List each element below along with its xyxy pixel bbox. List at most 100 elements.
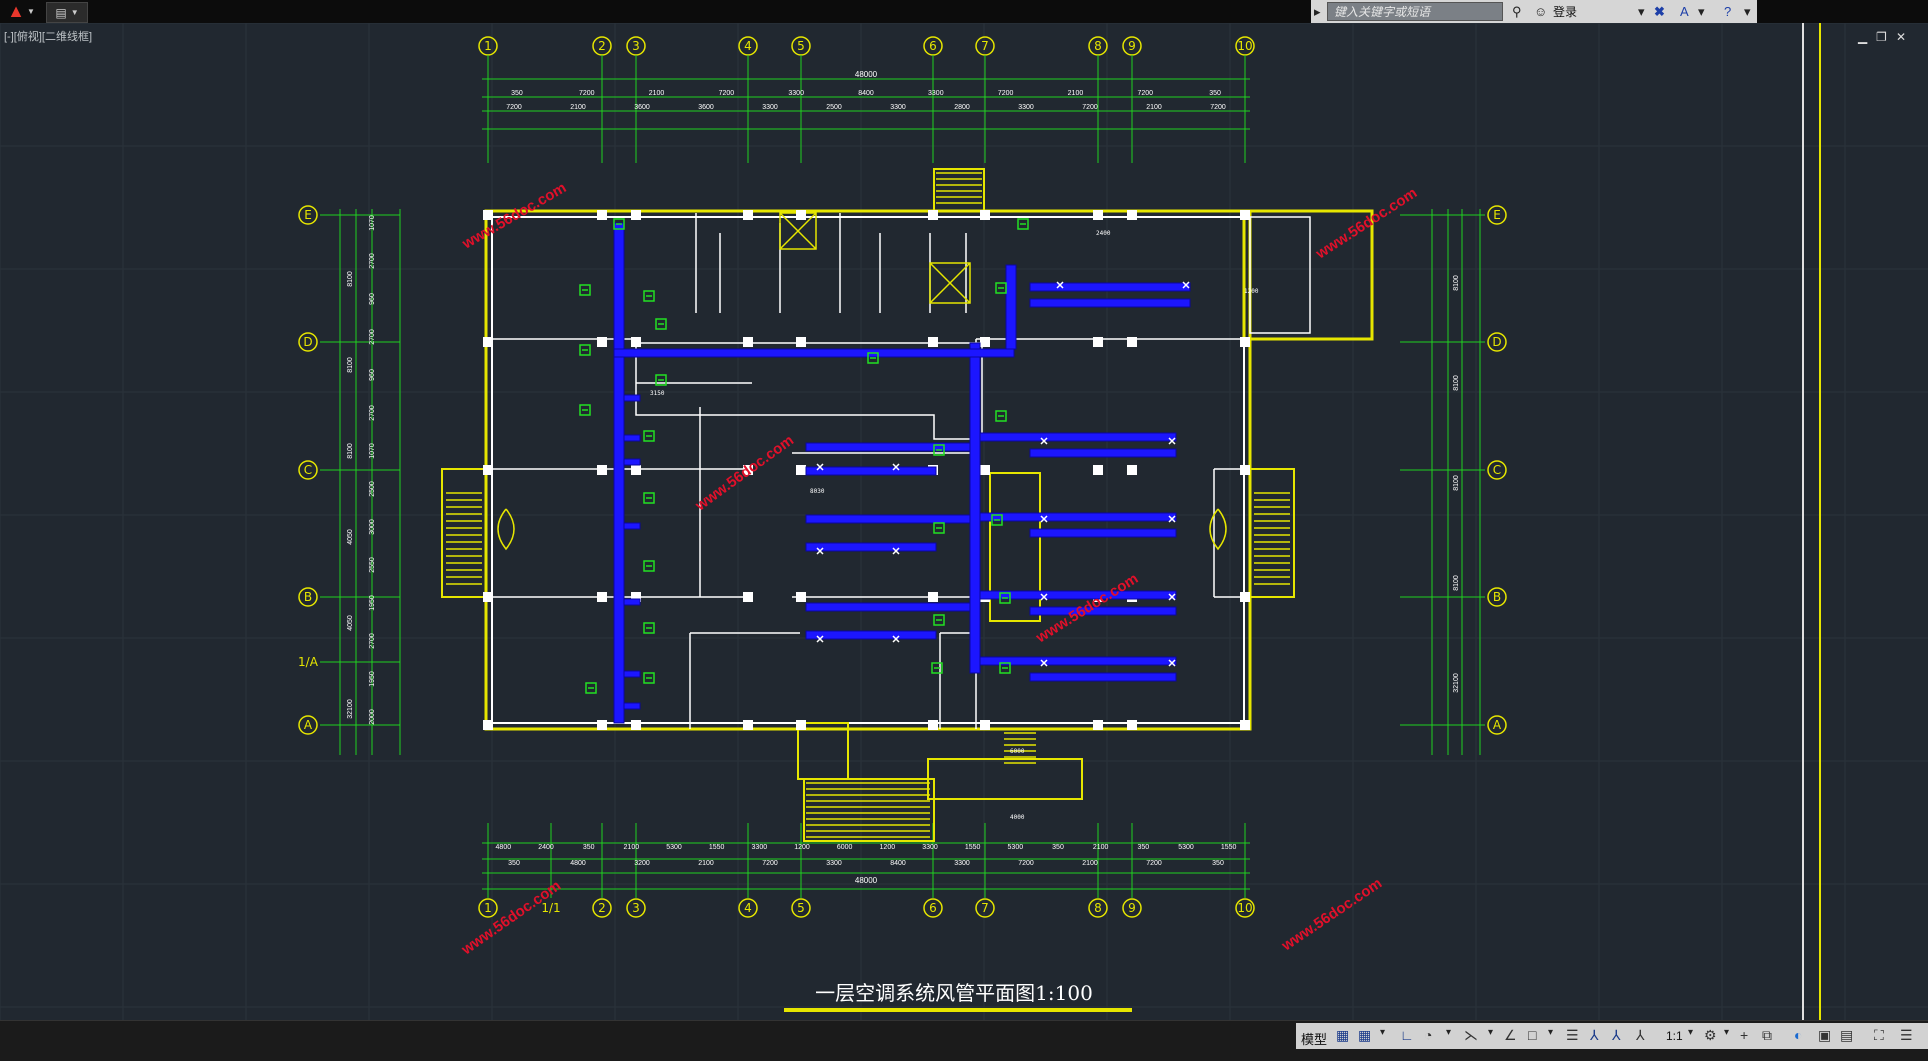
dimension-text: 8100: [347, 357, 354, 373]
polar-tracking-icon[interactable]: ◔: [1424, 1027, 1432, 1043]
chevron-down-icon[interactable]: ▾: [1688, 1027, 1693, 1038]
drawing-canvas[interactable]: 1 2 3 4 5 6 7 8 9 101 1/1 2 3 4 5 6 7 8 9 10E ED DC CB B1/AA A48…: [0, 23, 1928, 1020]
dimension-text: 7200: [1082, 104, 1098, 111]
chevron-down-icon: ▼: [70, 8, 79, 17]
axis-grid-layer: 1 2 3 4 5 6 7 8 9 101 1/1 2 3 4 5 6 7 8 9 10E ED DC CB B1/AA A48…: [298, 36, 1507, 918]
app-menu-button[interactable]: ▲ ▼: [0, 0, 42, 23]
help-icon[interactable]: ?: [1724, 3, 1731, 20]
lineweight-icon[interactable]: ☰: [1566, 1027, 1579, 1044]
column: [1127, 720, 1137, 730]
axis-label-right: B: [1493, 590, 1501, 604]
object-snap-tracking-icon[interactable]: ∠: [1504, 1027, 1517, 1044]
column: [597, 210, 607, 220]
dimension-text: 1550: [965, 844, 981, 851]
dimension-text: 350: [511, 90, 523, 97]
watermark-text: www.56doc.com: [692, 432, 797, 515]
axis-label-top: 8: [1094, 39, 1102, 53]
chevron-down-icon[interactable]: ▾: [1638, 3, 1645, 20]
column: [1127, 337, 1137, 347]
fullscreen-icon[interactable]: ⛶: [1874, 1027, 1884, 1044]
note-label: 8030: [810, 488, 825, 495]
search-input[interactable]: 键入关键字或短语: [1327, 2, 1503, 21]
autodesk-a360-icon[interactable]: A: [1680, 3, 1689, 20]
document-save-icon[interactable]: ▤: [55, 6, 66, 20]
clean-screen-icon[interactable]: ▣: [1818, 1027, 1831, 1044]
annotation-scale-icon[interactable]: ⅄: [1636, 1027, 1645, 1044]
dimension-text: 4800: [496, 844, 512, 851]
dimension-text: 2100: [1068, 90, 1084, 97]
chevron-down-icon[interactable]: ▾: [1744, 3, 1751, 20]
dimension-text: 1070: [369, 443, 376, 459]
column: [1240, 720, 1250, 730]
dimension-text: 1950: [369, 595, 376, 611]
chevron-down-icon: ▼: [26, 7, 35, 16]
dimension-text: 3300: [922, 844, 938, 851]
column: [631, 720, 641, 730]
plus-icon[interactable]: +: [1740, 1027, 1748, 1043]
user-icon[interactable]: ☺: [1534, 3, 1547, 20]
axis-label-bottom: 4: [744, 901, 752, 915]
title-bar: ▲ ▼ ▤ ▼ ▸ 键入关键字或短语 ⚲ ☺ 登录 ▾ ✖ A ▾ ? ▾: [0, 0, 1928, 23]
dimension-text: 5300: [1178, 844, 1194, 851]
ortho-mode-icon[interactable]: ∟: [1400, 1027, 1414, 1043]
chevron-down-icon[interactable]: ▾: [1724, 1027, 1729, 1038]
login-button[interactable]: 登录: [1553, 3, 1577, 20]
column: [796, 720, 806, 730]
annotation-scale-select[interactable]: 1:1: [1666, 1029, 1683, 1043]
isometric-drafting-icon[interactable]: ⋋: [1464, 1027, 1478, 1044]
dimension-text: 3300: [826, 860, 842, 867]
customization-menu-icon[interactable]: ☰: [1900, 1027, 1913, 1044]
column: [980, 720, 990, 730]
snap-mode-icon[interactable]: ▦: [1358, 1027, 1371, 1044]
autocad-logo-icon: ▲: [7, 1, 25, 21]
chevron-down-icon[interactable]: ▾: [1548, 1027, 1553, 1038]
building-walls: [441, 168, 1374, 842]
quick-access-toolbar[interactable]: ▤ ▼: [46, 2, 88, 23]
axis-label-bottom: 3: [632, 901, 640, 915]
fan-coil-units: [579, 218, 1029, 694]
chevron-down-icon[interactable]: ▾: [1446, 1027, 1451, 1038]
exchange-icon[interactable]: ✖: [1654, 3, 1665, 20]
chevron-down-icon[interactable]: ▾: [1380, 1027, 1385, 1038]
dimension-text: 2000: [369, 709, 376, 725]
column: [597, 465, 607, 475]
dimension-text: 1200: [880, 844, 896, 851]
drawing-title: 一层空调系统风管平面图1:100: [815, 981, 1093, 1005]
axis-label-top: 3: [632, 39, 640, 53]
gear-icon[interactable]: ⚙: [1704, 1027, 1717, 1044]
dimension-text: 1070: [369, 215, 376, 231]
column: [483, 465, 493, 475]
dimension-text: 5300: [1008, 844, 1024, 851]
hardware-acceleration-icon[interactable]: ◐: [1794, 1027, 1802, 1043]
dimension-text: 8100: [1453, 375, 1460, 391]
isolate-objects-icon[interactable]: ⧉: [1762, 1027, 1772, 1044]
chevron-down-icon[interactable]: ▾: [1488, 1027, 1493, 1038]
column: [631, 465, 641, 475]
model-tab[interactable]: 模型: [1301, 1029, 1327, 1048]
axis-label-top: 4: [744, 39, 752, 53]
dimension-text: 2550: [369, 557, 376, 573]
dimension-text: 7200: [506, 104, 522, 111]
properties-icon[interactable]: ▤: [1840, 1027, 1853, 1044]
column: [928, 720, 938, 730]
column: [743, 337, 753, 347]
column: [796, 465, 806, 475]
expand-arrow-icon[interactable]: ▸: [1314, 3, 1321, 20]
object-snap-icon[interactable]: □: [1528, 1027, 1536, 1043]
grid-display-icon[interactable]: ▦: [1336, 1027, 1349, 1044]
dimension-text: 7200: [1018, 860, 1034, 867]
annotation-visibility-icon[interactable]: ⅄: [1590, 1027, 1599, 1044]
dimension-text: 960: [369, 293, 376, 305]
dimension-text: 8100: [1453, 575, 1460, 591]
axis-label-top: 1: [484, 39, 492, 53]
auto-scale-icon[interactable]: ⅄: [1612, 1027, 1621, 1044]
axis-label-top: 10: [1237, 39, 1252, 53]
chevron-down-icon[interactable]: ▾: [1698, 3, 1705, 20]
dimension-text: 3300: [752, 844, 768, 851]
axis-label-top: 6: [929, 39, 937, 53]
axis-label-right: C: [1493, 463, 1501, 477]
column: [743, 592, 753, 602]
binoculars-icon[interactable]: ⚲: [1512, 3, 1522, 20]
dimension-text: 4800: [570, 860, 586, 867]
dimension-text: 3600: [634, 104, 650, 111]
